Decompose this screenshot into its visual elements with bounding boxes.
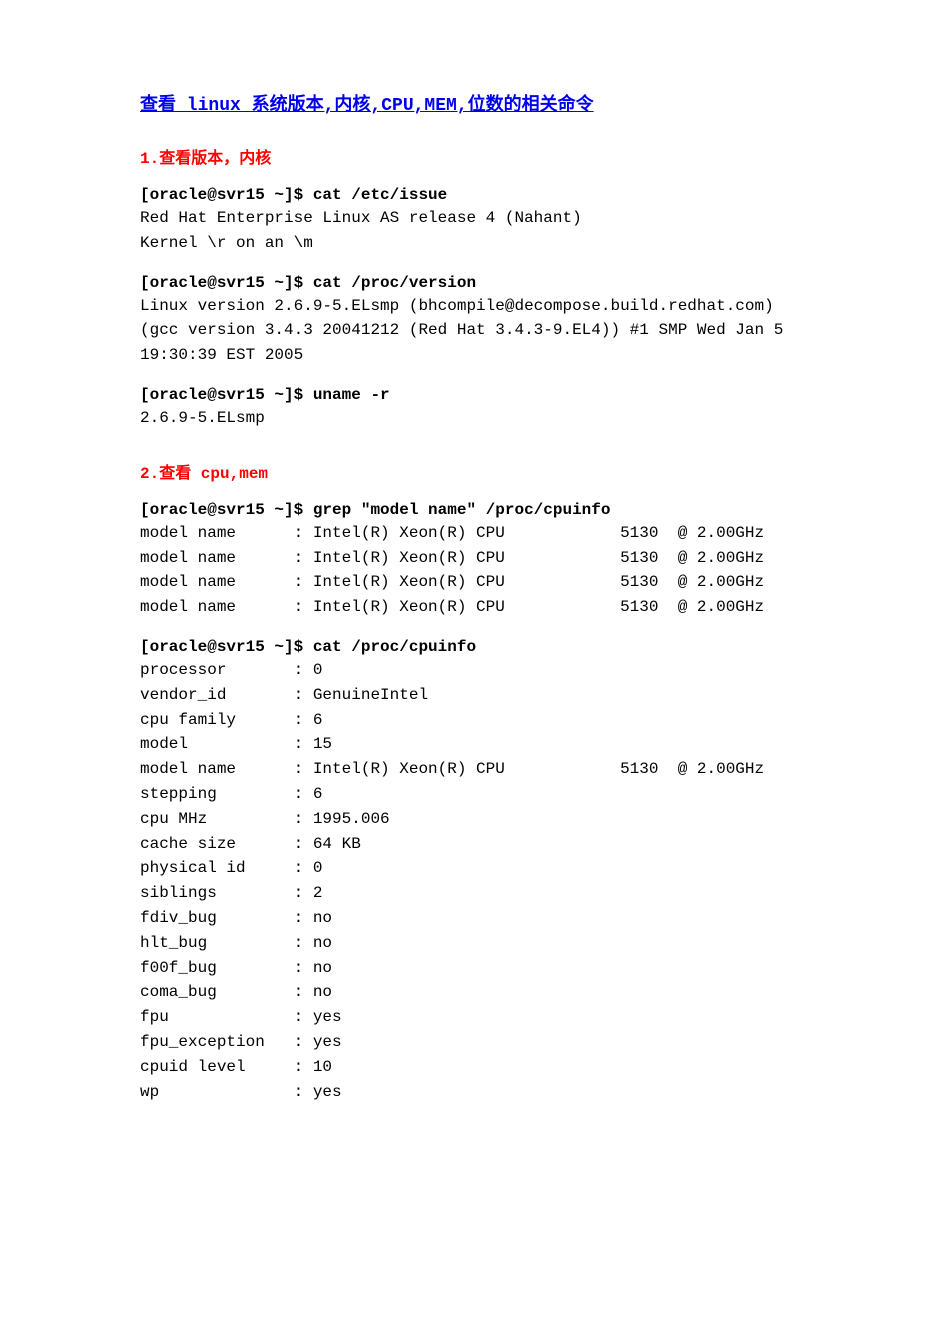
section-1-heading: 1.查看版本，内核 [140,144,805,168]
command-cat-etc-issue: [oracle@svr15 ~]$ cat /etc/issue [140,186,805,204]
command-uname-r: [oracle@svr15 ~]$ uname -r [140,386,805,404]
section-2-heading: 2.查看 cpu,mem [140,459,805,483]
command-grep-model-name: [oracle@svr15 ~]$ grep "model name" /pro… [140,501,805,519]
output-cat-etc-issue: Red Hat Enterprise Linux AS release 4 (N… [140,206,805,256]
command-cat-proc-version: [oracle@svr15 ~]$ cat /proc/version [140,274,805,292]
command-cat-proc-cpuinfo: [oracle@svr15 ~]$ cat /proc/cpuinfo [140,638,805,656]
output-cat-proc-cpuinfo: processor : 0 vendor_id : GenuineIntel c… [140,658,805,1104]
document-title-link[interactable]: 查看 linux 系统版本,内核,CPU,MEM,位数的相关命令 [140,96,594,116]
output-cat-proc-version: Linux version 2.6.9-5.ELsmp (bhcompile@d… [140,294,805,368]
output-uname-r: 2.6.9-5.ELsmp [140,406,805,431]
output-grep-model-name: model name : Intel(R) Xeon(R) CPU 5130 @… [140,521,805,620]
